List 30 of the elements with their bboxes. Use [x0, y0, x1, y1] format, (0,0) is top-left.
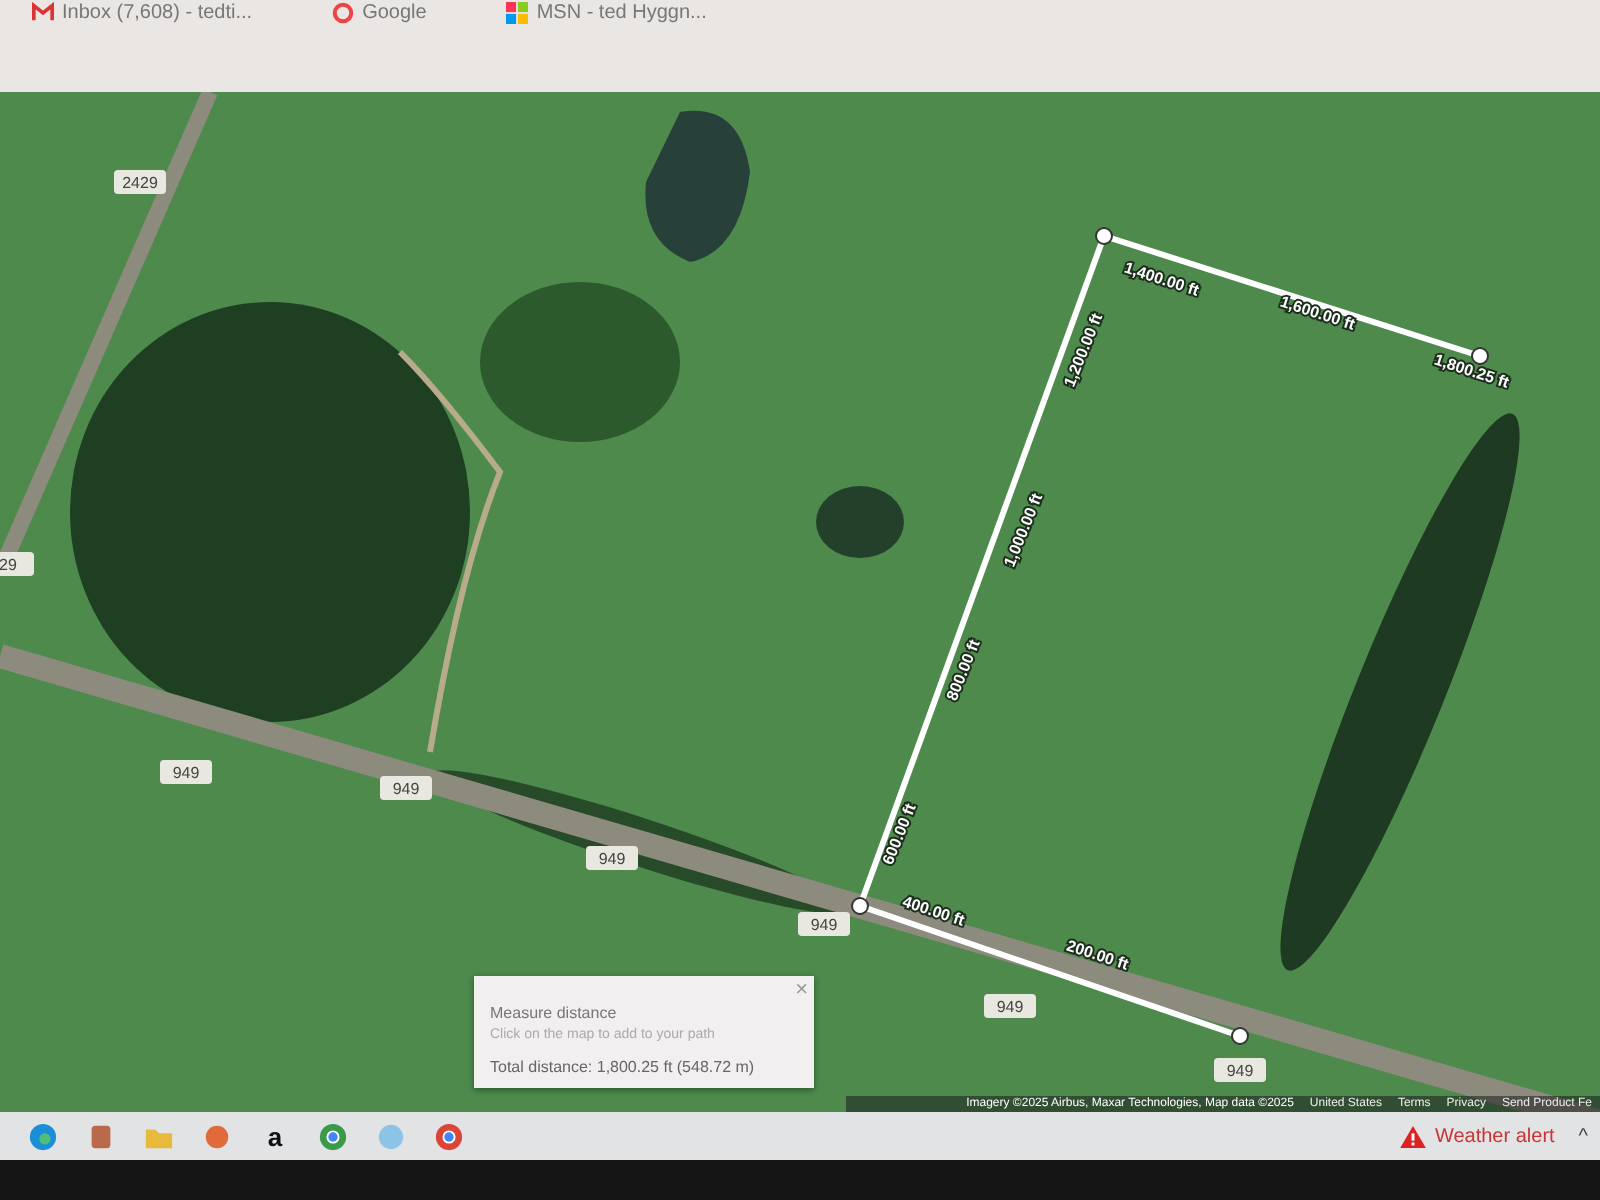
app-icon[interactable] — [86, 1121, 116, 1151]
road-shield: 29 — [0, 552, 34, 576]
road-shield: 949 — [798, 912, 850, 936]
road-shield: 949 — [160, 760, 212, 784]
bookmark-link[interactable]: Inbox (7,608) - tedti... — [32, 0, 253, 24]
road-shield: 949 — [380, 776, 432, 800]
edge-icon[interactable] — [28, 1121, 58, 1151]
distance-label: 200.00 ft — [1064, 936, 1131, 974]
chrome-icon[interactable] — [434, 1121, 464, 1151]
weather-alert[interactable]: Weather alert — [1400, 1125, 1555, 1147]
distance-label: 400.00 ft — [900, 892, 967, 930]
road-shield: 2429 — [114, 170, 166, 194]
amazon-shortcut[interactable]: a — [260, 1121, 290, 1151]
road-shield: 949 — [586, 846, 638, 870]
road-shield: 949 — [1214, 1058, 1266, 1082]
g-logo-icon — [332, 2, 355, 24]
mail-icon — [32, 2, 54, 24]
tray-chevron[interactable]: ^ — [1578, 1125, 1588, 1147]
distance-label: 600.00 ft — [879, 801, 920, 868]
road-shield: 949 — [984, 994, 1036, 1018]
panel-title: Measure distance — [490, 1004, 619, 1022]
total-distance: Total distance: 1,800.25 ft (548.72 m) — [490, 1058, 757, 1076]
bookmark-link[interactable]: MSN - ted Hyggn... — [506, 0, 707, 24]
distance-label: 800.00 ft — [943, 637, 984, 704]
warning-icon — [1400, 1125, 1427, 1147]
globe-icon[interactable] — [376, 1121, 406, 1151]
squares-icon — [506, 2, 529, 24]
app-icon[interactable] — [202, 1121, 232, 1151]
bookmark-link[interactable]: Google — [332, 0, 427, 24]
chrome-icon[interactable] — [318, 1121, 348, 1151]
